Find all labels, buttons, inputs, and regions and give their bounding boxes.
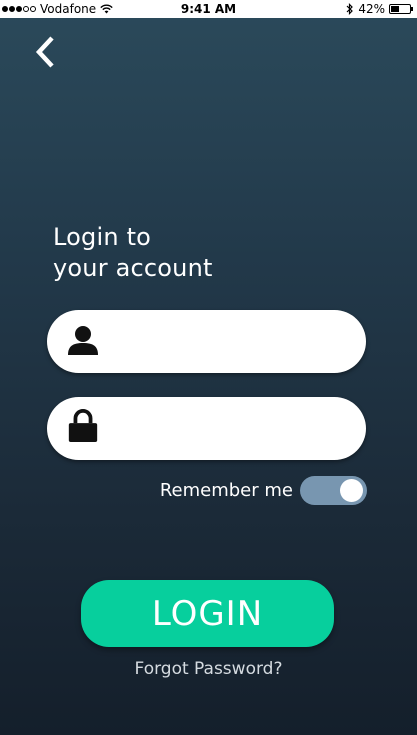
remember-me-toggle[interactable] <box>300 476 367 505</box>
remember-me-label: Remember me <box>159 480 293 501</box>
status-right: 42% <box>346 2 413 16</box>
page-title: Login to your account <box>53 222 213 284</box>
login-screen: Vodafone 9:41 AM 42% Login to your accou… <box>0 0 417 735</box>
battery-percent: 42% <box>358 2 385 16</box>
chevron-left-icon <box>35 36 54 68</box>
title-line-1: Login to <box>53 223 152 251</box>
login-button[interactable]: LOGIN <box>81 580 334 647</box>
back-button[interactable] <box>30 32 66 72</box>
bluetooth-icon <box>346 3 354 15</box>
username-field[interactable] <box>47 310 366 373</box>
user-icon <box>68 326 98 355</box>
forgot-password-link[interactable]: Forgot Password? <box>0 659 417 679</box>
toggle-knob <box>340 479 363 502</box>
password-field[interactable] <box>47 397 366 460</box>
password-input[interactable] <box>113 407 347 451</box>
title-line-2: your account <box>53 254 213 282</box>
username-input[interactable] <box>113 320 347 364</box>
battery-icon <box>389 4 413 14</box>
battery-fill <box>391 6 399 12</box>
lock-icon <box>68 409 98 443</box>
status-bar: Vodafone 9:41 AM 42% <box>0 0 417 18</box>
